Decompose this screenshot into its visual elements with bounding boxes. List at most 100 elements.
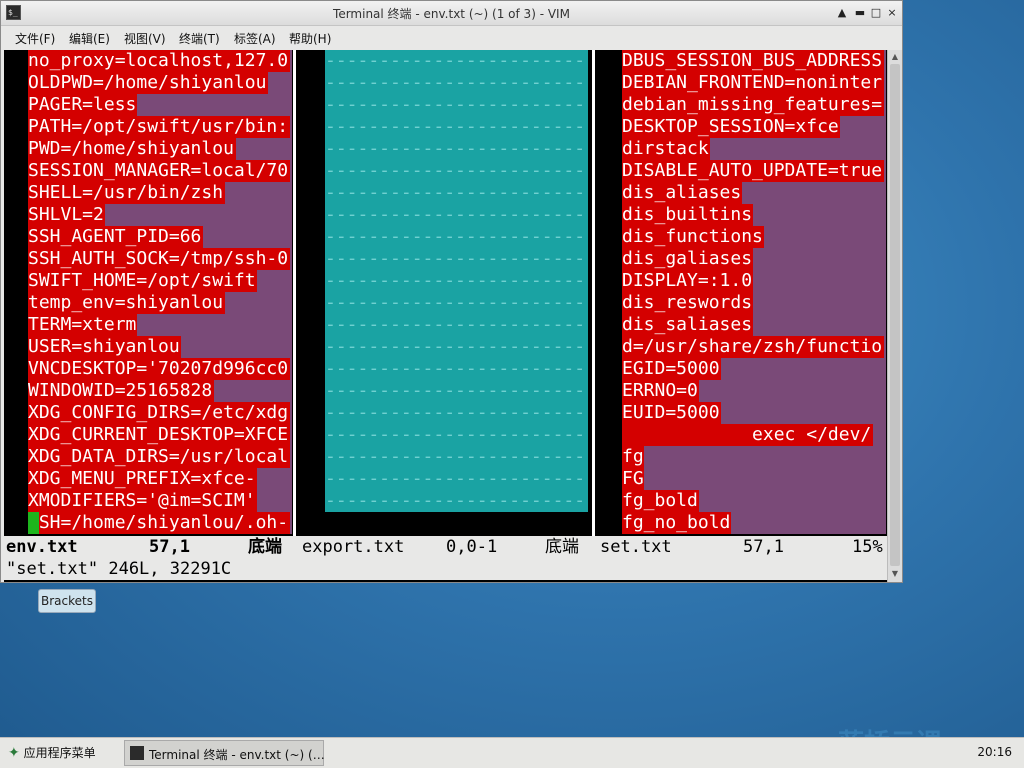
line-background: [181, 336, 292, 358]
menu-file[interactable]: 文件(F): [15, 30, 55, 47]
text-line: SSH_AUTH_SOCK=/tmp/ssh-0: [28, 248, 292, 270]
line-background: [884, 94, 886, 116]
line-text: XDG_CONFIG_DIRS=/etc/xdg: [28, 402, 289, 423]
text-line: ERRNO=0: [622, 380, 886, 402]
scroll-down-arrow[interactable]: ▼: [888, 567, 902, 581]
line-text: dis_functions: [622, 226, 763, 247]
shade-button[interactable]: ▲: [834, 5, 850, 21]
terminal-scrollbar[interactable]: ▲ ▼: [887, 50, 902, 582]
status-left-where: 底端: [248, 537, 282, 557]
text-line: exec </dev/: [622, 424, 886, 446]
line-text: SHELL=/usr/bin/zsh: [28, 182, 224, 203]
empty-line-marker: -------------------------: [325, 204, 588, 225]
line-background: [884, 72, 886, 94]
line-text: dis_aliases: [622, 182, 742, 203]
text-line: dis_reswords: [622, 292, 886, 314]
line-background: [753, 292, 886, 314]
vim-command-line[interactable]: "set.txt" 246L, 32291C: [4, 558, 887, 580]
text-line: PWD=/home/shiyanlou: [28, 138, 292, 160]
line-background: [257, 490, 292, 512]
status-mid-position: 0,0-1: [446, 537, 498, 557]
text-line: SHLVL=2: [28, 204, 292, 226]
line-text: SHLVL=2: [28, 204, 104, 225]
middle-split-pane[interactable]: ------------------------- ---------------…: [325, 50, 588, 512]
text-line: XDG_DATA_DIRS=/usr/local: [28, 446, 292, 468]
text-line: WINDOWID=25165828: [28, 380, 292, 402]
text-line: XDG_CURRENT_DESKTOP=XFCE: [28, 424, 292, 446]
empty-line-marker: -------------------------: [325, 160, 588, 181]
taskbar-terminal-task[interactable]: Terminal 终端 - env.txt (~) (…: [124, 740, 325, 766]
terminal-window: $_ Terminal 终端 - env.txt (~) (1 of 3) - …: [0, 0, 903, 583]
minimize-button[interactable]: ▬: [852, 5, 868, 21]
line-background: [742, 182, 886, 204]
left-split-pane[interactable]: no_proxy=localhost,127.0 OLDPWD=/home/shi…: [28, 50, 292, 536]
text-line: DISPLAY=:1.0: [622, 270, 886, 292]
middle-pane-empty: [325, 512, 588, 536]
line-text: XDG_CURRENT_DESKTOP=XFCE: [28, 424, 289, 445]
maximize-button[interactable]: □: [868, 5, 884, 21]
line-background: [137, 314, 292, 336]
line-text: dirstack: [622, 138, 709, 159]
status-right-percent: 15%: [852, 537, 883, 557]
line-background: [225, 292, 292, 314]
menu-view[interactable]: 视图(V): [124, 30, 166, 47]
menu-terminal[interactable]: 终端(T): [179, 30, 220, 47]
text-line: TERM=xterm: [28, 314, 292, 336]
text-line: fg_no_bold: [622, 512, 886, 534]
line-background: [699, 490, 886, 512]
title-bar[interactable]: $_ Terminal 终端 - env.txt (~) (1 of 3) - …: [1, 1, 902, 26]
line-text: dis_builtins: [622, 204, 753, 225]
status-mid-filename: export.txt: [302, 537, 405, 557]
text-line: SSH_AGENT_PID=66: [28, 226, 292, 248]
menu-tabs[interactable]: 标签(A): [234, 30, 276, 47]
text-line: FG: [622, 468, 886, 490]
line-text: dis_reswords: [622, 292, 753, 313]
line-background: [710, 138, 886, 160]
close-button[interactable]: ×: [884, 5, 900, 21]
line-background: [203, 226, 292, 248]
line-text: FG: [622, 468, 644, 489]
menu-edit[interactable]: 编辑(E): [69, 30, 110, 47]
line-background: [137, 94, 292, 116]
line-text: XDG_DATA_DIRS=/usr/local: [28, 446, 289, 467]
line-text: TERM=xterm: [28, 314, 137, 335]
line-text: ERRNO=0: [622, 380, 698, 401]
menu-bar: 文件(F) 编辑(E) 视图(V) 终端(T) 标签(A) 帮助(H): [1, 26, 902, 48]
empty-line-marker: -------------------------: [325, 424, 588, 445]
split-separator: [293, 50, 296, 536]
scroll-up-arrow[interactable]: ▲: [888, 50, 902, 64]
empty-line-marker: -------------------------: [325, 248, 588, 269]
right-split-pane[interactable]: DBUS_SESSION_BUS_ADDRESS DEBIAN_FRONTEND=…: [622, 50, 886, 536]
applications-menu-button[interactable]: ✦ 应用程序菜单: [8, 744, 96, 761]
vim-status-line: env.txt 57,1 底端 export.txt 0,0-1 底端 set.…: [4, 536, 887, 558]
line-background: [644, 468, 886, 490]
text-line: EGID=5000: [622, 358, 886, 380]
text-line: SESSION_MANAGER=local/70: [28, 160, 292, 182]
line-text: EGID=5000: [622, 358, 720, 379]
line-background: [290, 358, 292, 380]
clock[interactable]: 20:16: [977, 745, 1012, 759]
text-line: temp_env=shiyanlou: [28, 292, 292, 314]
terminal-area[interactable]: no_proxy=localhost,127.0 OLDPWD=/home/shi…: [4, 50, 887, 582]
empty-line-marker: -------------------------: [325, 358, 588, 379]
text-line: XMODIFIERS='@im=SCIM': [28, 490, 292, 512]
line-background: [236, 138, 292, 160]
text-line: XDG_MENU_PREFIX=xfce-: [28, 468, 292, 490]
line-background: [699, 380, 886, 402]
scroll-thumb[interactable]: [890, 64, 900, 566]
empty-line-marker: -------------------------: [325, 182, 588, 203]
line-text: SSH_AUTH_SOCK=/tmp/ssh-0: [28, 248, 289, 269]
text-line: fg_bold: [622, 490, 886, 512]
line-text: DISABLE_AUTO_UPDATE=true: [622, 160, 883, 181]
line-background: [290, 446, 292, 468]
line-text: fg_bold: [622, 490, 698, 511]
text-line: DBUS_SESSION_BUS_ADDRESS: [622, 50, 886, 72]
line-background: [753, 248, 886, 270]
line-background: [214, 380, 292, 402]
menu-help[interactable]: 帮助(H): [289, 30, 331, 47]
text-line: fg: [622, 446, 886, 468]
line-background: [721, 402, 886, 424]
line-text: SESSION_MANAGER=local/70: [28, 160, 289, 181]
line-background: [290, 512, 292, 534]
line-background: [290, 50, 292, 72]
